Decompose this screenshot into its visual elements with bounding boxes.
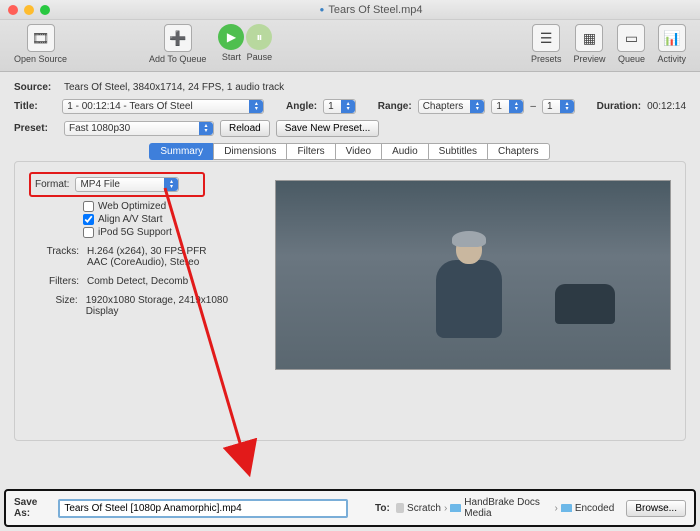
activity-button[interactable]: 📊Activity bbox=[651, 24, 692, 64]
size-value: 1920x1080 Storage, 2419x1080 Display bbox=[86, 295, 259, 317]
tab-summary[interactable]: Summary bbox=[149, 143, 214, 160]
save-as-input[interactable] bbox=[58, 499, 348, 518]
video-preview bbox=[275, 180, 671, 370]
format-highlight: Format: MP4 File bbox=[29, 172, 205, 197]
web-optimized-checkbox[interactable]: Web Optimized bbox=[83, 201, 259, 212]
range-dash: – bbox=[530, 101, 536, 112]
minimize-icon[interactable] bbox=[24, 5, 34, 15]
chevron-updown-icon bbox=[164, 178, 178, 191]
activity-icon: 📊 bbox=[658, 24, 686, 52]
queue-add-icon: ➕ bbox=[164, 24, 192, 52]
film-icon: 🎞 bbox=[27, 24, 55, 52]
tab-dimensions[interactable]: Dimensions bbox=[213, 143, 287, 160]
play-icon: ▶ bbox=[218, 24, 244, 50]
source-label: Source: bbox=[14, 82, 58, 93]
range-to-select[interactable]: 1 bbox=[542, 99, 575, 114]
source-value: Tears Of Steel, 3840x1714, 24 FPS, 1 aud… bbox=[64, 82, 284, 93]
format-label: Format: bbox=[35, 179, 69, 190]
titlebar: Tears Of Steel.mp4 bbox=[0, 0, 700, 20]
title-select[interactable]: 1 - 00:12:14 - Tears Of Steel bbox=[62, 99, 264, 114]
preset-select[interactable]: Fast 1080p30 bbox=[64, 121, 214, 136]
filters-label: Filters: bbox=[29, 276, 79, 287]
tab-filters[interactable]: Filters bbox=[286, 143, 335, 160]
window-controls bbox=[8, 5, 50, 15]
tracks-audio: AAC (CoreAudio), Stereo bbox=[87, 257, 207, 268]
preview-icon: ▦ bbox=[575, 24, 603, 52]
preview-button[interactable]: ▦Preview bbox=[567, 24, 611, 64]
save-as-label: Save As: bbox=[14, 497, 52, 519]
chevron-updown-icon bbox=[560, 100, 574, 113]
tabs: Summary Dimensions Filters Video Audio S… bbox=[14, 143, 686, 160]
duration-label: Duration: bbox=[597, 101, 641, 112]
presets-button[interactable]: ☰Presets bbox=[525, 24, 568, 64]
browse-button[interactable]: Browse... bbox=[626, 500, 686, 517]
range-type-select[interactable]: Chapters bbox=[418, 99, 486, 114]
queue-icon: ▭ bbox=[617, 24, 645, 52]
format-select[interactable]: MP4 File bbox=[75, 177, 179, 192]
reload-button[interactable]: Reload bbox=[220, 120, 270, 137]
save-path-breadcrumb[interactable]: Scratch› HandBrake Docs Media› Encoded bbox=[396, 497, 615, 519]
add-to-queue-button[interactable]: ➕Add To Queue bbox=[143, 24, 212, 64]
chevron-updown-icon bbox=[509, 100, 523, 113]
toolbar: 🎞Open Source ➕Add To Queue ▶Start ⏸Pause… bbox=[0, 20, 700, 72]
tracks-label: Tracks: bbox=[29, 246, 79, 268]
save-preset-button[interactable]: Save New Preset... bbox=[276, 120, 380, 137]
zoom-icon[interactable] bbox=[40, 5, 50, 15]
close-icon[interactable] bbox=[8, 5, 18, 15]
start-button[interactable]: ▶Start bbox=[218, 24, 244, 62]
disk-icon bbox=[396, 503, 404, 513]
preset-label: Preset: bbox=[14, 123, 58, 134]
size-label: Size: bbox=[29, 295, 78, 317]
presets-icon: ☰ bbox=[532, 24, 560, 52]
chevron-updown-icon bbox=[199, 122, 213, 135]
window-title: Tears Of Steel.mp4 bbox=[50, 4, 692, 16]
save-bar: Save As: To: Scratch› HandBrake Docs Med… bbox=[4, 489, 696, 527]
duration-value: 00:12:14 bbox=[647, 101, 686, 112]
tracks-video: H.264 (x264), 30 FPS PFR bbox=[87, 246, 207, 257]
open-source-button[interactable]: 🎞Open Source bbox=[8, 24, 73, 64]
pause-button[interactable]: ⏸Pause bbox=[246, 24, 272, 62]
range-from-select[interactable]: 1 bbox=[491, 99, 524, 114]
angle-select[interactable]: 1 bbox=[323, 99, 356, 114]
range-label: Range: bbox=[378, 101, 412, 112]
tab-chapters[interactable]: Chapters bbox=[487, 143, 550, 160]
summary-panel: Format: MP4 File Web Optimized Align A/V… bbox=[14, 161, 686, 441]
pause-icon: ⏸ bbox=[246, 24, 272, 50]
chevron-updown-icon bbox=[341, 100, 355, 113]
folder-icon bbox=[561, 504, 572, 512]
ipod-checkbox[interactable]: iPod 5G Support bbox=[83, 227, 259, 238]
queue-button[interactable]: ▭Queue bbox=[611, 24, 651, 64]
angle-label: Angle: bbox=[286, 101, 317, 112]
align-av-checkbox[interactable]: Align A/V Start bbox=[83, 214, 259, 225]
filters-value: Comb Detect, Decomb bbox=[87, 276, 188, 287]
tab-audio[interactable]: Audio bbox=[381, 143, 429, 160]
chevron-updown-icon bbox=[249, 100, 263, 113]
to-label: To: bbox=[375, 503, 390, 514]
title-label: Title: bbox=[14, 101, 56, 112]
tab-subtitles[interactable]: Subtitles bbox=[428, 143, 488, 160]
chevron-updown-icon bbox=[470, 100, 484, 113]
folder-icon bbox=[450, 504, 461, 512]
tab-video[interactable]: Video bbox=[335, 143, 382, 160]
